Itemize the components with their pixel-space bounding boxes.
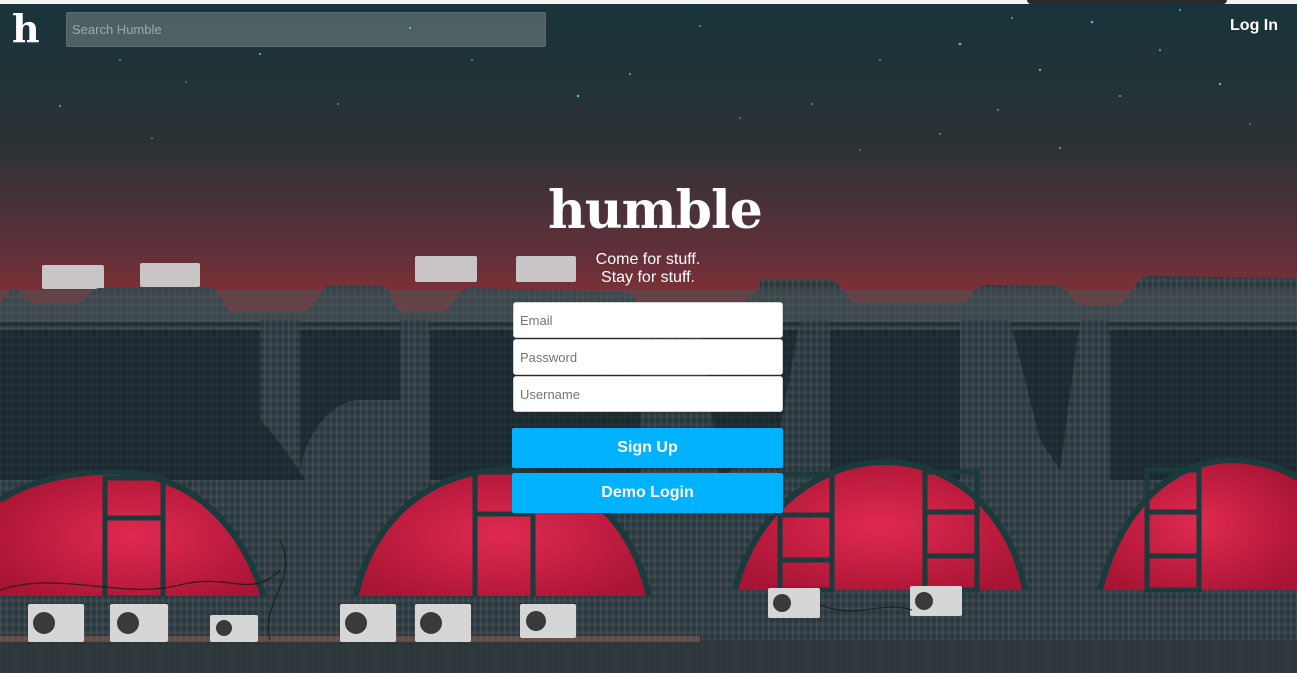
demo-login-button[interactable]: Demo Login bbox=[512, 473, 783, 513]
tagline-line-1: Come for stuff. bbox=[595, 251, 701, 268]
email-field[interactable] bbox=[513, 302, 783, 338]
tagline-line-2: Stay for stuff. bbox=[601, 269, 695, 286]
browser-top-bar bbox=[0, 0, 1297, 4]
search-input[interactable] bbox=[66, 12, 546, 47]
login-link[interactable]: Log In bbox=[1230, 17, 1278, 35]
username-field[interactable] bbox=[513, 376, 783, 412]
brand-title: humble bbox=[548, 180, 763, 241]
browser-tab-edge bbox=[1027, 0, 1227, 4]
sign-up-button[interactable]: Sign Up bbox=[512, 428, 783, 468]
password-field[interactable] bbox=[513, 339, 783, 375]
humble-logo-icon[interactable]: h bbox=[12, 7, 40, 51]
